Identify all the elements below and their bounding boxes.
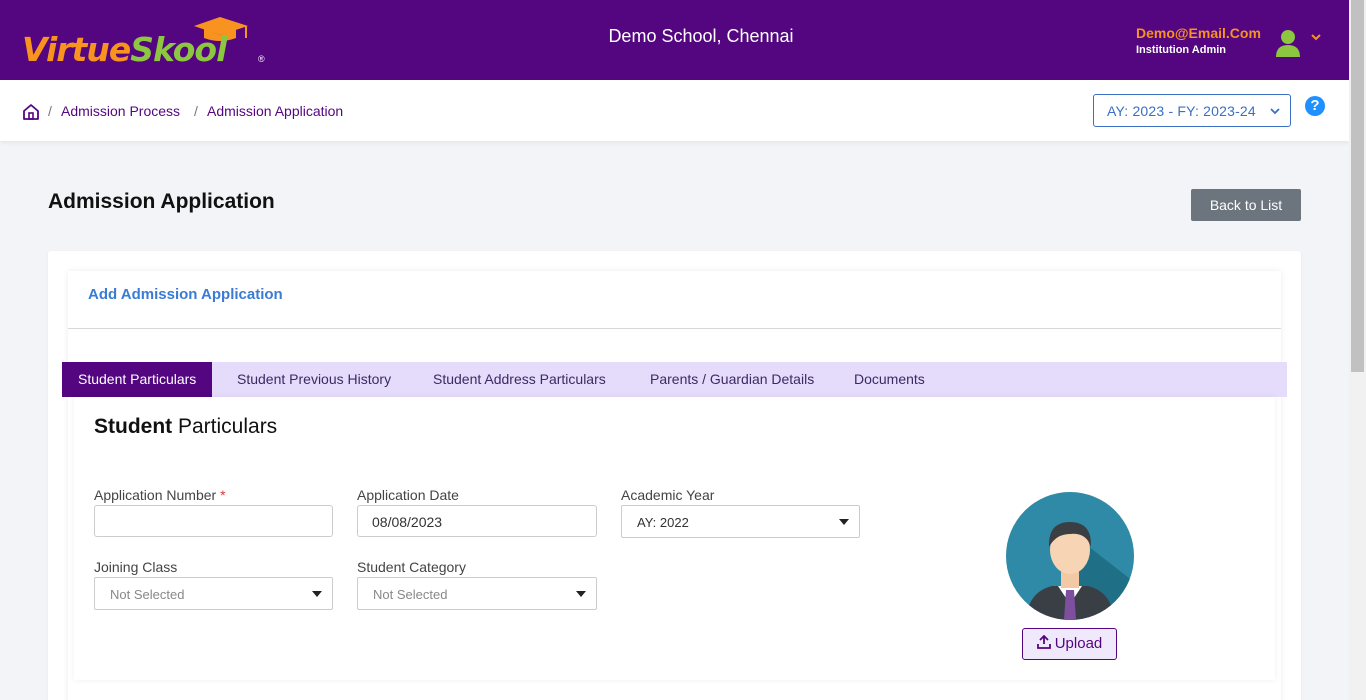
student-category-label: Student Category [357, 559, 466, 575]
card-title: Add Admission Application [88, 286, 283, 303]
breadcrumb-separator: / [194, 103, 198, 119]
caret-down-icon [312, 591, 322, 597]
application-number-input[interactable] [94, 505, 333, 537]
academic-year-select-value: AY: 2023 - FY: 2023-24 [1107, 103, 1256, 119]
student-photo-icon [1006, 492, 1134, 620]
student-category-dropdown-value: Not Selected [373, 587, 448, 602]
academic-year-label: Academic Year [621, 487, 715, 503]
chevron-down-icon [1270, 108, 1280, 115]
tab-student-particulars[interactable]: Student Particulars [62, 362, 213, 397]
application-number-label: Application Number * [94, 487, 226, 503]
page-title: Admission Application [48, 190, 275, 213]
help-icon[interactable]: ? [1305, 96, 1325, 116]
tab-documents[interactable]: Documents [838, 362, 941, 397]
form-tabs: Student Particulars Student Previous His… [62, 362, 1287, 397]
required-mark: * [220, 487, 226, 503]
tab-student-previous-history[interactable]: Student Previous History [221, 362, 407, 397]
joining-class-label: Joining Class [94, 559, 178, 575]
home-icon[interactable] [22, 103, 40, 121]
upload-photo-button[interactable]: Upload [1022, 628, 1117, 660]
breadcrumb-bar: / Admission Process / Admission Applicat… [0, 80, 1349, 141]
joining-class-dropdown[interactable]: Not Selected [94, 577, 333, 610]
breadcrumb-admission-process[interactable]: Admission Process [61, 103, 180, 119]
upload-icon [1036, 635, 1051, 649]
tab-parents-guardian-details[interactable]: Parents / Guardian Details [634, 362, 830, 397]
tab-student-address-particulars[interactable]: Student Address Particulars [417, 362, 622, 397]
caret-down-icon [839, 519, 849, 525]
scrollbar-thumb[interactable] [1351, 0, 1364, 372]
user-email[interactable]: Demo@Email.Com [1136, 25, 1261, 41]
user-avatar-icon[interactable] [1275, 28, 1301, 58]
academic-year-dropdown[interactable]: AY: 2022 [621, 505, 860, 538]
back-to-list-button[interactable]: Back to List [1191, 189, 1301, 221]
top-header: VirtueSkool ® Demo School, Chennai Demo@… [0, 0, 1349, 80]
user-role: Institution Admin [1136, 44, 1227, 56]
upload-label: Upload [1054, 635, 1103, 652]
joining-class-dropdown-value: Not Selected [110, 587, 185, 602]
student-category-dropdown[interactable]: Not Selected [357, 577, 597, 610]
application-date-label: Application Date [357, 487, 459, 503]
section-title: Student Particulars [94, 415, 278, 438]
caret-down-icon [576, 591, 586, 597]
academic-year-select[interactable]: AY: 2023 - FY: 2023-24 [1093, 94, 1291, 127]
breadcrumb-admission-application[interactable]: Admission Application [207, 103, 343, 119]
application-date-input[interactable]: 08/08/2023 [357, 505, 597, 537]
logo-registered-mark: ® [258, 54, 265, 64]
breadcrumb-separator: / [48, 103, 52, 119]
card-divider [68, 328, 1281, 329]
academic-year-dropdown-value: AY: 2022 [637, 515, 689, 530]
chevron-down-icon[interactable] [1310, 31, 1322, 43]
